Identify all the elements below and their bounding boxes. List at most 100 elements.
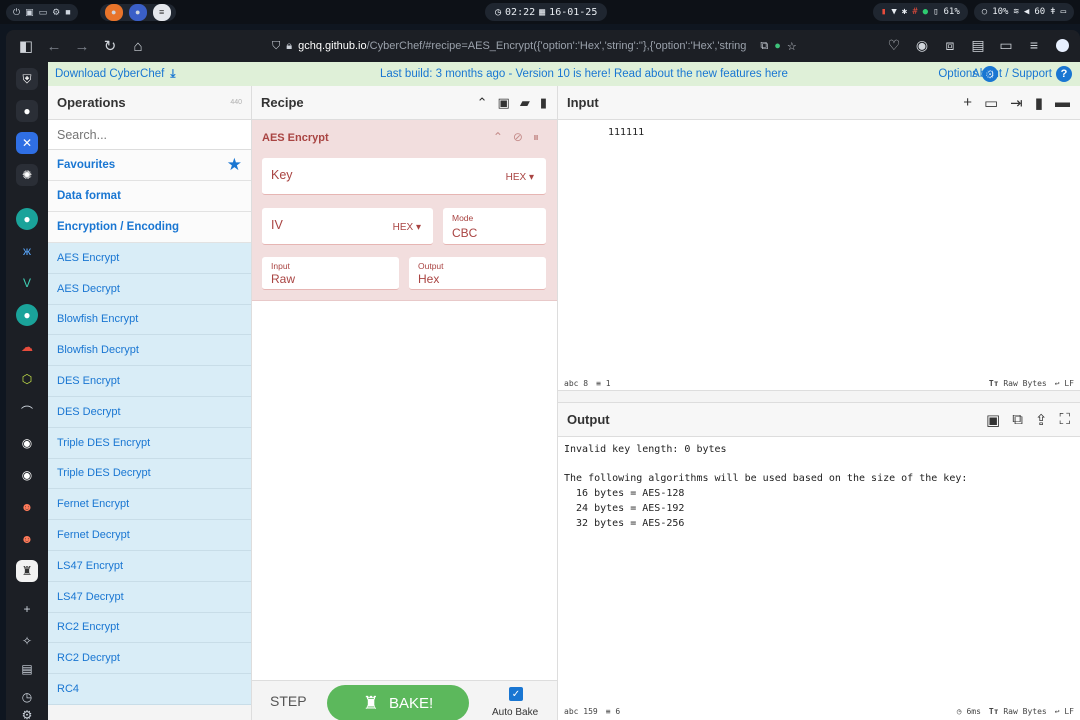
save-output-icon[interactable]: ▣: [986, 411, 1000, 429]
news-link[interactable]: Last build: 3 months ago - Version 10 is…: [380, 68, 788, 80]
save-recipe-icon[interactable]: ▣: [498, 95, 510, 111]
auto-bake-checkbox[interactable]: ✓: [509, 687, 523, 701]
output-eol-button[interactable]: ↩ LF: [1055, 707, 1074, 716]
op-aes-decrypt[interactable]: AES Decrypt: [48, 273, 251, 305]
op-blowfish-decrypt[interactable]: Blowfish Decrypt: [48, 335, 251, 367]
back-icon[interactable]: ←: [42, 34, 66, 58]
sidebar-toggle-icon[interactable]: ◧: [14, 34, 38, 58]
iv-field[interactable]: IV HEX ▾: [262, 208, 433, 245]
op-fernet-encrypt[interactable]: Fernet Encrypt: [48, 489, 251, 521]
bake-button[interactable]: ♜ BAKE!: [327, 685, 469, 720]
clear-input-icon[interactable]: ▮: [1035, 94, 1043, 112]
container-icon[interactable]: ▤: [968, 34, 988, 56]
firefox-icon[interactable]: ●: [104, 3, 123, 21]
collapse-op-icon[interactable]: ⌃: [493, 130, 503, 145]
clear-recipe-icon[interactable]: ▮: [540, 95, 547, 111]
history-icon[interactable]: ◷: [16, 686, 38, 708]
output-encoding-button[interactable]: Tт Raw Bytes: [989, 707, 1047, 716]
vuetify-icon[interactable]: V: [16, 272, 38, 294]
add-panel-icon[interactable]: +: [16, 598, 38, 620]
library-icon[interactable]: ▤: [16, 658, 38, 680]
forward-icon[interactable]: →: [70, 34, 94, 58]
about-link[interactable]: About / Support ?: [972, 66, 1072, 82]
reload-icon[interactable]: ↻: [98, 34, 122, 58]
download-link[interactable]: Download CyberChef ⤓: [55, 68, 175, 81]
box-icon[interactable]: ⬡: [16, 368, 38, 390]
replace-input-icon[interactable]: ⇪: [1035, 411, 1048, 429]
key-format-dropdown[interactable]: HEX ▾: [506, 172, 534, 183]
op-rc2-decrypt[interactable]: RC2 Decrypt: [48, 643, 251, 675]
maximise-icon[interactable]: ⛶: [1059, 411, 1070, 428]
op-triple-des-encrypt[interactable]: Triple DES Encrypt: [48, 427, 251, 459]
cloud-icon[interactable]: ☁: [16, 336, 38, 358]
cyberchef-tab-icon[interactable]: ♜: [16, 560, 38, 582]
extensions-icon[interactable]: ⧈: [940, 34, 960, 56]
add-tab-icon[interactable]: +: [963, 94, 972, 111]
input-format-select[interactable]: Input Raw: [262, 257, 399, 290]
menu-icon[interactable]: ≡: [1024, 34, 1044, 56]
category-data-format[interactable]: Data format: [48, 181, 251, 212]
io-resize-divider[interactable]: [558, 391, 1080, 403]
address-bar[interactable]: ⛉ 🔒︎ gchq.github.io/CyberChef/#recipe=AE…: [272, 36, 797, 56]
output-format-select[interactable]: Output Hex: [409, 257, 546, 290]
op-rc4[interactable]: RC4: [48, 674, 251, 705]
collapse-all-icon[interactable]: ⌃: [477, 95, 488, 111]
pocket-icon[interactable]: ♡: [884, 34, 904, 56]
avatar-icon-2[interactable]: ☻: [16, 528, 38, 550]
os-quick-settings[interactable]: ⏻ ▣ ▭ ⚙ ■: [6, 3, 78, 21]
copy-output-icon[interactable]: ⧉: [1012, 411, 1023, 428]
settings-cog-icon[interactable]: ⚙: [16, 708, 38, 720]
breakpoint-icon[interactable]: ⏸: [533, 130, 539, 145]
screenshot-tool-icon[interactable]: ▭: [996, 34, 1016, 56]
category-favourites[interactable]: Favourites ★: [48, 150, 251, 181]
openai-icon[interactable]: ✺: [16, 164, 38, 186]
bluesky-icon[interactable]: ✕: [16, 132, 38, 154]
browser-icon[interactable]: ●: [128, 3, 147, 21]
avatar-icon-1[interactable]: ☻: [16, 496, 38, 518]
bookmark-star-icon[interactable]: ☆: [787, 40, 797, 53]
op-des-encrypt[interactable]: DES Encrypt: [48, 366, 251, 397]
profile-icon[interactable]: [1052, 34, 1072, 56]
mode-select[interactable]: Mode CBC: [443, 208, 546, 245]
os-clock[interactable]: ◷ 02:22 ▦ 16-01-25: [485, 3, 608, 21]
account-icon[interactable]: ◉: [912, 34, 932, 56]
step-button[interactable]: STEP: [270, 693, 307, 709]
category-encryption-encoding[interactable]: Encryption / Encoding: [48, 212, 251, 243]
op-fernet-decrypt[interactable]: Fernet Decrypt: [48, 520, 251, 551]
op-ls47-decrypt[interactable]: LS47 Decrypt: [48, 581, 251, 613]
disable-op-icon[interactable]: ⊘: [513, 130, 523, 145]
os-tray[interactable]: ▮ ▼ ✱ # ● ▯ 61%: [872, 3, 968, 21]
open-file-icon[interactable]: ⇥: [1010, 94, 1023, 112]
op-triple-des-decrypt[interactable]: Triple DES Decrypt: [48, 458, 251, 490]
input-encoding-button[interactable]: Tт Raw Bytes: [989, 379, 1047, 388]
hook-icon[interactable]: ⌒: [16, 400, 38, 422]
recipe-operation-aes-encrypt[interactable]: AES Encrypt ⌃ ⊘ ⏸ Key HEX ▾ IV HEX ▾ Mod…: [252, 120, 557, 301]
search-input[interactable]: [57, 127, 242, 142]
load-recipe-icon[interactable]: ▰: [520, 95, 530, 111]
ai-sparkle-icon[interactable]: ✧: [16, 630, 38, 652]
op-ls47-encrypt[interactable]: LS47 Encrypt: [48, 550, 251, 582]
iv-format-dropdown[interactable]: HEX ▾: [393, 222, 421, 233]
input-eol-button[interactable]: ↩ LF: [1055, 379, 1074, 388]
extension-icon[interactable]: ●: [774, 40, 781, 52]
open-folder-icon[interactable]: ▭: [984, 94, 998, 112]
input-textarea[interactable]: 111111: [608, 126, 644, 141]
app-icon-1[interactable]: ●: [16, 208, 38, 230]
app-icon-2[interactable]: ●: [16, 304, 38, 326]
chat-app-icon[interactable]: ●: [16, 100, 38, 122]
layout-icon[interactable]: ▬: [1055, 94, 1070, 111]
op-blowfish-encrypt[interactable]: Blowfish Encrypt: [48, 304, 251, 336]
notes-icon[interactable]: ≡: [152, 3, 171, 21]
shield-app-icon[interactable]: ⛨: [16, 68, 38, 90]
key-field[interactable]: Key HEX ▾: [262, 158, 546, 195]
github-icon[interactable]: ◉: [16, 432, 38, 454]
github-icon-2[interactable]: ◉: [16, 464, 38, 486]
operations-header: Operations 440: [48, 86, 251, 120]
home-icon[interactable]: ⌂: [126, 34, 150, 58]
op-aes-encrypt[interactable]: AES Encrypt: [48, 243, 251, 274]
butterfly-icon[interactable]: ж: [16, 240, 38, 262]
op-rc2-encrypt[interactable]: RC2 Encrypt: [48, 612, 251, 644]
translate-icon[interactable]: ⧉: [760, 40, 768, 53]
os-system-stats[interactable]: ○ 10% ≋ ◀ 60 ǂ ▭: [973, 3, 1074, 21]
op-des-decrypt[interactable]: DES Decrypt: [48, 396, 251, 428]
